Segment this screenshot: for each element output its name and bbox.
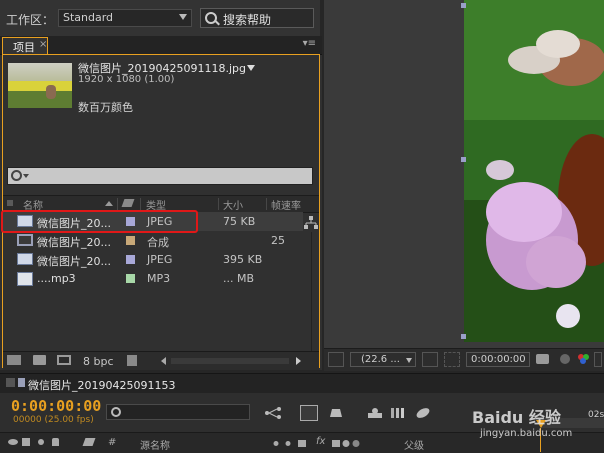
chevron-down-icon[interactable] [247,65,255,71]
zoom-value: (22.6 ... [361,354,400,365]
project-tab-bar: 项目 × ▾≡ [0,36,322,55]
audio-icon [17,272,33,286]
camera-icon[interactable] [536,354,549,364]
project-search-input[interactable] [7,167,313,185]
selected-item-highlight [1,210,198,233]
timeline-tab-bar: 微信图片_20190425091153 [0,373,604,394]
preview-thumbnail [8,63,72,108]
column-frame-rate[interactable]: 帧速率 [271,197,301,212]
viewer-options-button[interactable] [594,352,602,367]
effects-icon[interactable]: fx [316,436,325,447]
search-icon [111,407,121,417]
lock-icon[interactable] [52,438,59,446]
item-name: 微信图片_20... [37,236,111,249]
workspace-label: 工作区： [6,13,55,27]
timecode-value: 0:00:00:00 [471,354,526,365]
horizontal-scrollbar[interactable] [161,356,301,366]
timeline-frames: 00000 (25.00 fps) [13,415,94,425]
panel-menu-icon[interactable]: ▾≡ [303,38,316,49]
composition-icon [17,234,33,246]
item-size: 75 KB [223,215,256,228]
viewer-toolbar: (22.6 ... 0:00:00:00 [324,348,604,371]
tab-project-label: 项目 [13,41,35,54]
item-frame-rate: 25 [271,234,285,247]
new-composition-icon[interactable] [57,355,71,365]
item-type: JPEG [147,253,173,266]
label-color-swatch[interactable] [126,236,135,245]
flowchart-icon[interactable] [304,216,318,230]
project-scrollbar[interactable] [311,232,320,352]
folder-icon[interactable] [33,355,46,365]
search-icon [11,170,22,181]
draft-3d-icon[interactable] [300,405,318,421]
speaker-icon[interactable] [22,438,30,446]
item-type: 合成 [147,236,169,249]
column-parent[interactable]: 父级 [404,437,424,452]
zoom-select[interactable]: (22.6 ... [350,352,416,367]
column-size[interactable]: 大小 [223,197,243,212]
project-bottom-toolbar: 8 bpc [3,351,319,370]
watermark-brand: Baidu 经验 [472,408,561,427]
label-color-swatch[interactable] [126,255,135,264]
eye-icon[interactable] [8,439,18,445]
motion-blur-icon[interactable] [390,405,408,421]
layer-handle[interactable] [461,334,466,339]
item-size: ... MB [223,272,255,285]
tab-timeline[interactable]: 微信图片_20190425091153 [28,377,175,393]
composition-mini-flowchart-icon[interactable] [264,405,282,421]
watermark: Baidu 经验 jingyan.baidu.com [450,394,600,452]
watermark-url: jingyan.baidu.com [480,428,573,439]
current-time-display[interactable]: 0:00:00:00 [466,352,530,367]
item-type: MP3 [147,272,171,285]
composition-icon [18,378,25,387]
frame-blending-icon[interactable] [366,405,384,421]
close-icon[interactable] [6,378,15,387]
show-channel-icon[interactable] [560,354,570,364]
label-tag-icon[interactable] [121,199,135,207]
tab-project[interactable]: 项目 × [2,37,48,54]
search-icon [205,12,217,24]
workspace-select[interactable]: Standard [58,9,192,27]
label-tag-icon[interactable] [82,438,96,446]
list-item[interactable]: ....mp3 MP3 ... MB [3,269,303,288]
list-item[interactable]: 微信图片_20... JPEG 395 KB [3,250,303,269]
project-panel: 项目 × ▾≡ 微信图片_20190425091118.jpg 1920 x 1… [0,36,322,370]
chevron-down-icon [179,14,187,20]
always-preview-icon[interactable] [328,352,344,367]
color-channels-icon[interactable] [578,354,590,364]
column-layer-number[interactable]: # [108,437,116,448]
workspace-bar: 工作区： Standard 搜索帮助 [0,0,320,37]
layer-handle[interactable] [461,157,466,162]
help-search-input[interactable]: 搜索帮助 [200,8,314,28]
list-item[interactable]: 微信图片_20... 合成 25 [3,231,303,250]
image-icon [17,253,33,265]
workspace-value: Standard [63,11,114,24]
interpret-footage-icon[interactable] [7,355,21,365]
grid-icon[interactable] [422,352,438,367]
trash-icon[interactable] [127,355,137,366]
viewer-image [464,0,604,342]
item-name: 微信图片_20... [37,255,111,268]
composition-viewer[interactable] [324,0,604,348]
chevron-down-icon [406,358,412,363]
solo-icon[interactable] [38,439,44,445]
column-source-name[interactable]: 源名称 [140,437,170,452]
layer-handle[interactable] [461,3,466,8]
close-icon[interactable]: × [39,39,47,50]
chevron-down-icon[interactable] [23,174,29,178]
column-options-icon[interactable] [7,200,13,206]
timeline-current-time[interactable]: 0:00:00:00 [11,397,101,415]
timeline-search-input[interactable] [106,404,250,420]
item-name: ....mp3 [37,272,76,285]
graph-editor-icon[interactable] [414,405,432,421]
preview-resolution: 1920 x 1080 (1.00) [78,74,175,85]
help-search-label: 搜索帮助 [223,13,272,27]
sort-ascending-icon[interactable] [105,201,113,206]
item-size: 395 KB [223,253,263,266]
region-of-interest-icon[interactable] [444,352,460,367]
label-color-swatch[interactable] [126,274,135,283]
preview-color-depth: 数百万颜色 [78,101,133,114]
shy-layers-icon[interactable] [328,405,346,421]
bit-depth[interactable]: 8 bpc [83,355,114,368]
